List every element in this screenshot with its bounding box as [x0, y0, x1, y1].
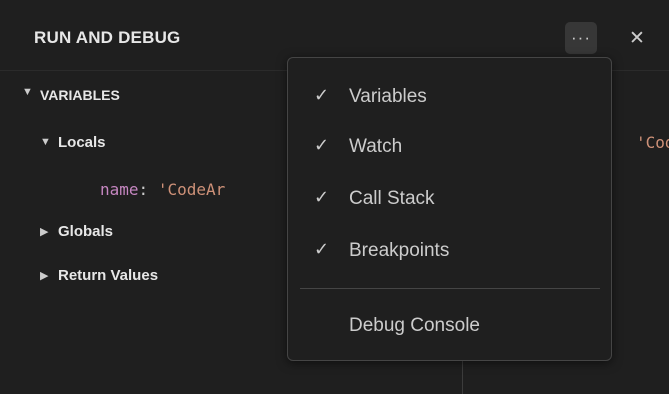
check-icon: ✓ [314, 85, 330, 105]
menu-item-label: Call Stack [349, 188, 435, 209]
menu-item-debug-console[interactable]: Debug Console [288, 308, 611, 344]
tree-item-globals[interactable]: ▶ Globals [40, 223, 200, 247]
menu-item-label: Debug Console [349, 315, 480, 336]
check-icon: ✓ [314, 135, 330, 155]
menu-separator [300, 288, 600, 289]
variable-colon: : [138, 180, 149, 199]
watch-value-peek: 'Code [636, 133, 669, 152]
chevron-right-icon: ▶ [40, 270, 49, 282]
scope-label: Return Values [58, 267, 159, 284]
menu-item-label: Breakpoints [349, 240, 450, 261]
menu-item-label: Watch [349, 136, 403, 157]
variables-section-label: VARIABLES [40, 87, 120, 103]
check-icon: ✓ [314, 239, 330, 259]
menu-item-variables[interactable]: ✓ Variables [288, 79, 611, 115]
variable-row[interactable]: name: 'CodeAr [100, 180, 225, 199]
chevron-down-icon: ▼ [40, 136, 51, 148]
tree-item-return-values[interactable]: ▶ Return Values [40, 267, 240, 291]
menu-item-breakpoints[interactable]: ✓ Breakpoints [288, 233, 611, 269]
menu-item-watch[interactable]: ✓ Watch [288, 129, 611, 165]
more-actions-icon[interactable]: ··· [565, 22, 597, 54]
chevron-right-icon: ▶ [40, 226, 49, 238]
tree-item-locals[interactable]: ▼ Locals [40, 134, 200, 158]
chevron-down-icon: ▼ [22, 86, 33, 98]
close-icon[interactable]: ✕ [621, 22, 653, 54]
view-title: RUN AND DEBUG [34, 28, 181, 47]
menu-item-label: Variables [349, 86, 427, 107]
scope-label: Locals [58, 134, 106, 151]
variable-name: name [100, 180, 139, 199]
menu-item-call-stack[interactable]: ✓ Call Stack [288, 181, 611, 217]
views-context-menu: ✓ Variables ✓ Watch ✓ Call Stack ✓ Break… [287, 57, 612, 361]
variable-value: 'CodeAr [157, 180, 226, 199]
check-icon: ✓ [314, 187, 330, 207]
scope-label: Globals [58, 223, 114, 240]
